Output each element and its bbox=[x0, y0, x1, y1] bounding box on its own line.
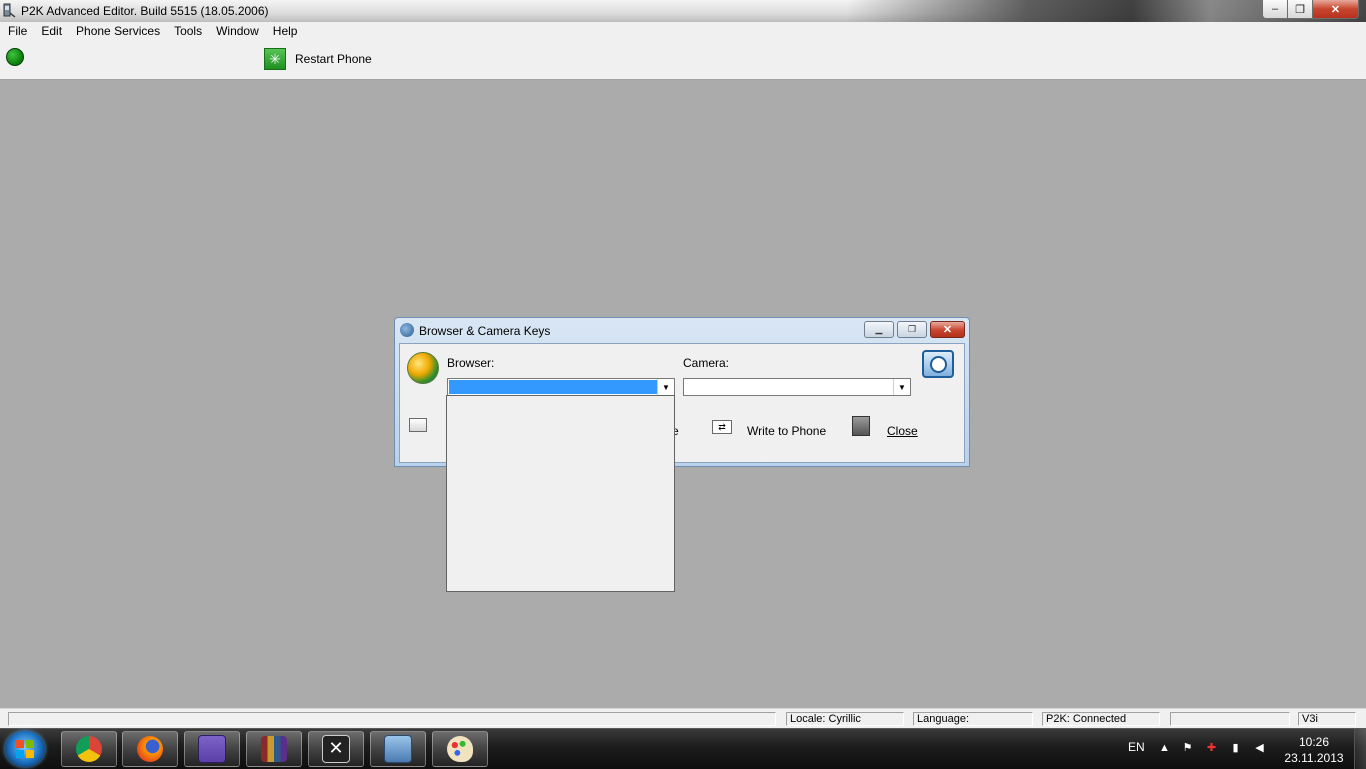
restart-icon: ✳ bbox=[264, 48, 286, 70]
window-title: P2K Advanced Editor. Build 5515 (18.05.2… bbox=[21, 4, 269, 18]
volume-icon[interactable]: ◀ bbox=[1253, 742, 1266, 755]
status-bar: Locale: Cyrillic Language: P2K: Connecte… bbox=[0, 708, 1366, 729]
write-to-phone-button[interactable]: Write to Phone bbox=[747, 424, 826, 438]
dialog-close-action-button[interactable]: Close bbox=[887, 424, 918, 438]
menu-phone-services[interactable]: Phone Services bbox=[69, 22, 167, 41]
menu-bar: File Edit Phone Services Tools Window He… bbox=[0, 22, 1366, 42]
status-pane-empty bbox=[1170, 712, 1290, 726]
taskbar-p2k[interactable] bbox=[370, 731, 426, 767]
clock-time: 10:26 bbox=[1298, 735, 1330, 749]
status-connection: P2K: Connected bbox=[1042, 712, 1160, 726]
input-language[interactable]: EN bbox=[1128, 740, 1145, 754]
browser-combobox-selection bbox=[449, 380, 657, 394]
toolbar: ✳ Restart Phone bbox=[0, 41, 1366, 80]
dialog-restore-button[interactable]: ❐ bbox=[897, 321, 927, 338]
restart-phone-button[interactable]: ✳ Restart Phone bbox=[264, 48, 372, 70]
dialog-controls: ▁ ❐ ✕ bbox=[864, 321, 965, 338]
taskbar-paint[interactable] bbox=[432, 731, 488, 767]
books-icon bbox=[261, 736, 287, 762]
start-button[interactable] bbox=[5, 731, 45, 767]
taskbar-firefox[interactable] bbox=[122, 731, 178, 767]
window-title-bar[interactable]: P2K Advanced Editor. Build 5515 (18.05.2… bbox=[0, 0, 1366, 22]
status-pane-main bbox=[8, 712, 776, 726]
taskbar: ✕ EN ▲ ⚑ ✚ ▮ ◀ 10:26 23.11.2013 bbox=[0, 728, 1366, 769]
door-icon[interactable] bbox=[852, 416, 870, 436]
app-icon bbox=[3, 3, 16, 18]
phone-app-icon bbox=[384, 735, 412, 763]
chevron-down-icon[interactable]: ▼ bbox=[893, 379, 910, 395]
status-locale: Locale: Cyrillic bbox=[786, 712, 904, 726]
flag-icon[interactable]: ⚑ bbox=[1181, 742, 1194, 755]
network-signal-icon[interactable]: ▮ bbox=[1229, 742, 1242, 755]
status-model: V3i bbox=[1298, 712, 1356, 726]
minimize-button[interactable]: – bbox=[1262, 0, 1288, 19]
dialog-title-bar[interactable]: Browser & Camera Keys ▁ ❐ ✕ bbox=[395, 318, 969, 342]
dialog-title: Browser & Camera Keys bbox=[419, 324, 551, 338]
camera-icon bbox=[922, 350, 954, 378]
read-icon[interactable] bbox=[409, 418, 427, 432]
menu-file[interactable]: File bbox=[0, 22, 34, 41]
save-disk-icon bbox=[198, 735, 226, 763]
taskbar-save[interactable] bbox=[184, 731, 240, 767]
dialog-close-button[interactable]: ✕ bbox=[930, 321, 965, 338]
taskbar-clock[interactable]: 10:26 23.11.2013 bbox=[1282, 734, 1346, 766]
close-button[interactable]: ✕ bbox=[1313, 0, 1359, 19]
menu-help[interactable]: Help bbox=[266, 22, 305, 41]
connection-status-icon bbox=[6, 48, 24, 66]
taskbar-chrome[interactable] bbox=[61, 731, 117, 767]
write-icon[interactable]: ⇄ bbox=[712, 420, 732, 434]
phone-icon bbox=[400, 323, 414, 337]
dialog-minimize-button[interactable]: ▁ bbox=[864, 321, 894, 338]
status-language: Language: bbox=[913, 712, 1033, 726]
show-desktop-button[interactable] bbox=[1354, 729, 1366, 769]
crossed-icon: ✕ bbox=[322, 735, 350, 763]
globe-icon bbox=[407, 352, 439, 384]
maximize-button[interactable]: ❐ bbox=[1288, 0, 1313, 19]
tray-expand-icon[interactable]: ▲ bbox=[1158, 742, 1171, 755]
camera-key-combobox[interactable]: ▼ bbox=[683, 378, 911, 396]
browser-dropdown-list[interactable] bbox=[446, 395, 675, 592]
browser-label: Browser: bbox=[447, 356, 495, 370]
browser-key-combobox[interactable]: ▼ bbox=[447, 378, 675, 396]
taskbar-books[interactable] bbox=[246, 731, 302, 767]
window-controls: – ❐ ✕ bbox=[1262, 0, 1359, 19]
menu-window[interactable]: Window bbox=[209, 22, 266, 41]
camera-label: Camera: bbox=[683, 356, 730, 370]
menu-edit[interactable]: Edit bbox=[34, 22, 69, 41]
paint-icon bbox=[447, 736, 473, 762]
clock-date: 23.11.2013 bbox=[1284, 751, 1344, 765]
restart-phone-label: Restart Phone bbox=[295, 52, 372, 66]
chrome-icon bbox=[76, 736, 102, 762]
chevron-down-icon[interactable]: ▼ bbox=[657, 379, 674, 395]
firefox-icon bbox=[137, 736, 163, 762]
taskbar-crossed[interactable]: ✕ bbox=[308, 731, 364, 767]
windows-logo-icon bbox=[16, 740, 34, 758]
power-icon[interactable]: ✚ bbox=[1205, 742, 1218, 755]
menu-tools[interactable]: Tools bbox=[167, 22, 209, 41]
